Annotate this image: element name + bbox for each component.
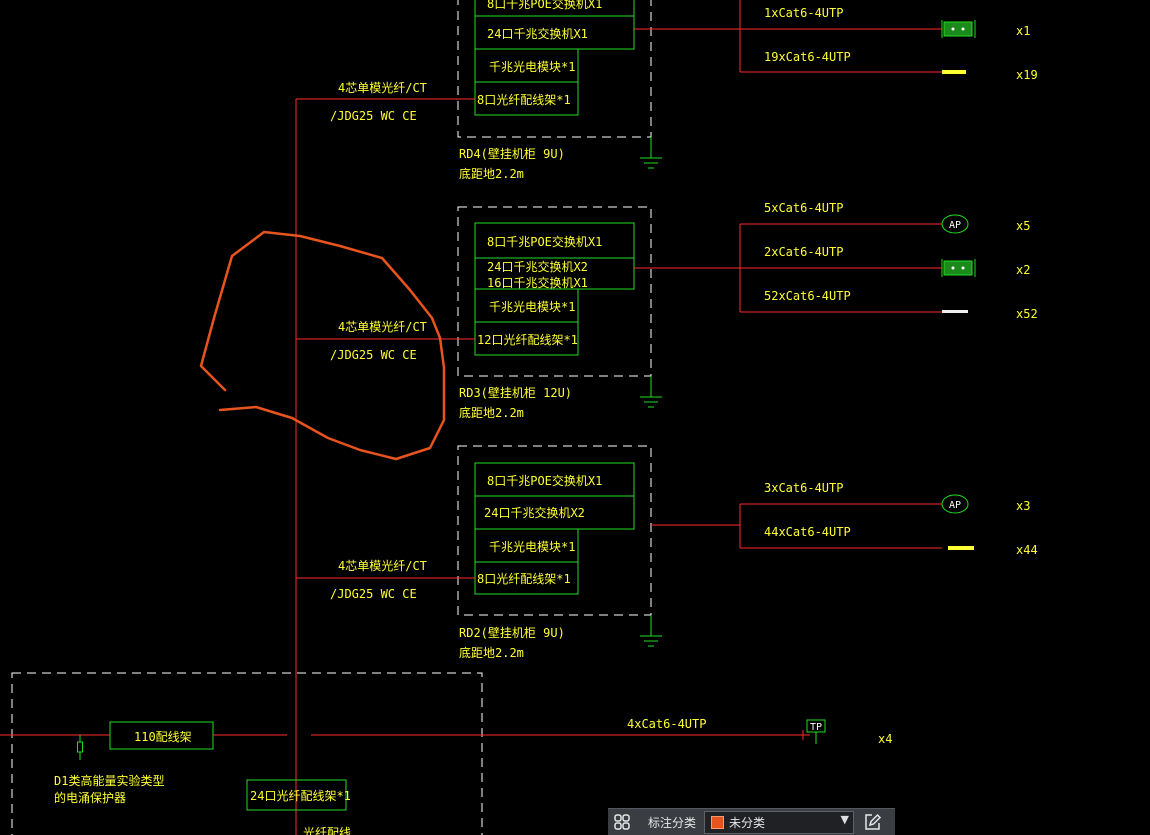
fiber-label: 4芯单模光纤/CT xyxy=(338,320,427,334)
chevron-down-icon[interactable]: ▼ xyxy=(841,813,849,826)
count-label: x3 xyxy=(1016,499,1030,513)
information-point-icon xyxy=(942,310,968,313)
device-label: 24口千兆交换机X1 xyxy=(487,26,588,41)
cable-label: 3xCat6-4UTP xyxy=(764,481,843,495)
category-selected-value: 未分类 xyxy=(729,816,766,830)
count-label: x44 xyxy=(1016,543,1038,557)
data-outlet-icon xyxy=(941,259,976,277)
wiring-diagram: 8口千兆POE交换机X1 24口千兆交换机X1 千兆光电模块*1 8口光纤配线架… xyxy=(0,0,1038,835)
device-label: 千兆光电模块*1 xyxy=(489,60,575,74)
cabinet-rd2 xyxy=(296,445,942,647)
markup-annotation xyxy=(199,230,446,461)
fiber-label: 4芯单模光纤/CT xyxy=(338,81,427,95)
cabinet-name: RD3(壁挂机柜 12U) xyxy=(459,385,572,400)
cad-canvas[interactable]: 8口千兆POE交换机X1 24口千兆交换机X1 千兆光电模块*1 8口光纤配线架… xyxy=(0,0,1150,835)
information-point-icon xyxy=(948,546,974,550)
fiber-panel-label: 24口光纤配线架*1 xyxy=(250,789,351,803)
category-select[interactable]: 未分类 ▼ xyxy=(704,811,854,834)
annotation-toolbar: 标注分类 未分类 ▼ xyxy=(608,808,895,835)
grid-icon-glyph xyxy=(614,814,630,830)
cable-label: 44xCat6-4UTP xyxy=(764,525,851,539)
edit-icon[interactable] xyxy=(862,812,888,833)
cable-label: 1xCat6-4UTP xyxy=(764,6,843,20)
count-label: x52 xyxy=(1016,307,1038,321)
cable-label: 5xCat6-4UTP xyxy=(764,201,843,215)
cabinet-outline xyxy=(457,445,652,616)
device-label: 8口光纤配线架*1 xyxy=(477,572,571,586)
data-outlet-icon xyxy=(941,20,976,38)
device-label: 千兆光电模块*1 xyxy=(489,300,575,314)
count-label: x1 xyxy=(1016,24,1030,38)
conduit-label: /JDG25 WC CE xyxy=(330,587,417,601)
cabinet-rd3 xyxy=(296,206,942,408)
patch-panel-label: 110配线架 xyxy=(134,730,192,744)
surge-protector-icon xyxy=(77,735,83,760)
ap-label: AP xyxy=(949,500,961,511)
ground-icon xyxy=(640,615,662,647)
device-label: 8口千兆POE交换机X1 xyxy=(487,234,602,249)
cabinet-name: RD4(壁挂机柜 9U) xyxy=(459,146,565,161)
device-label: 24口千兆交换机X2 xyxy=(487,259,588,274)
cabinet-height: 底距地2.2m xyxy=(459,645,524,660)
cut-label: 光纤配线 xyxy=(303,826,351,835)
tp-cable-label: 4xCat6-4UTP xyxy=(627,717,706,731)
cable-label: 19xCat6-4UTP xyxy=(764,50,851,64)
cabinet-name: RD2(壁挂机柜 9U) xyxy=(459,625,565,640)
room-outline xyxy=(11,672,483,835)
device-label: 8口光纤配线架*1 xyxy=(477,93,571,107)
cabinet-height: 底距地2.2m xyxy=(459,405,524,420)
device-label: 8口千兆POE交换机X1 xyxy=(487,473,602,488)
toolbar-label: 标注分类 xyxy=(648,816,697,830)
ap-label: AP xyxy=(949,220,961,231)
edit-icon-glyph xyxy=(865,813,882,830)
tp-label: TP xyxy=(810,722,822,733)
count-label: x19 xyxy=(1016,68,1038,82)
device-label: 12口光纤配线架*1 xyxy=(477,333,578,347)
cable-label: 52xCat6-4UTP xyxy=(764,289,851,303)
tp-count-label: x4 xyxy=(878,732,892,746)
cabinet-height: 底距地2.2m xyxy=(459,166,524,181)
fiber-label: 4芯单模光纤/CT xyxy=(338,559,427,573)
conduit-label: /JDG25 WC CE xyxy=(330,348,417,362)
surge-label-1: D1类高能量实验类型 xyxy=(54,773,164,788)
device-label: 16口千兆交换机X1 xyxy=(487,275,588,290)
ground-icon xyxy=(640,137,662,169)
category-color-swatch xyxy=(711,816,724,829)
device-label: 千兆光电模块*1 xyxy=(489,540,575,554)
information-point-icon xyxy=(942,70,966,74)
cabinet-outline xyxy=(457,206,652,377)
grid-icon[interactable] xyxy=(612,812,636,833)
conduit-label: /JDG25 WC CE xyxy=(330,109,417,123)
device-label: 24口千兆交换机X2 xyxy=(484,505,585,520)
count-label: x5 xyxy=(1016,219,1030,233)
cable-label: 2xCat6-4UTP xyxy=(764,245,843,259)
count-label: x2 xyxy=(1016,263,1030,277)
ground-icon xyxy=(640,376,662,408)
device-label: 8口千兆POE交换机X1 xyxy=(487,0,602,11)
surge-label-2: 的电涌保护器 xyxy=(54,790,126,805)
